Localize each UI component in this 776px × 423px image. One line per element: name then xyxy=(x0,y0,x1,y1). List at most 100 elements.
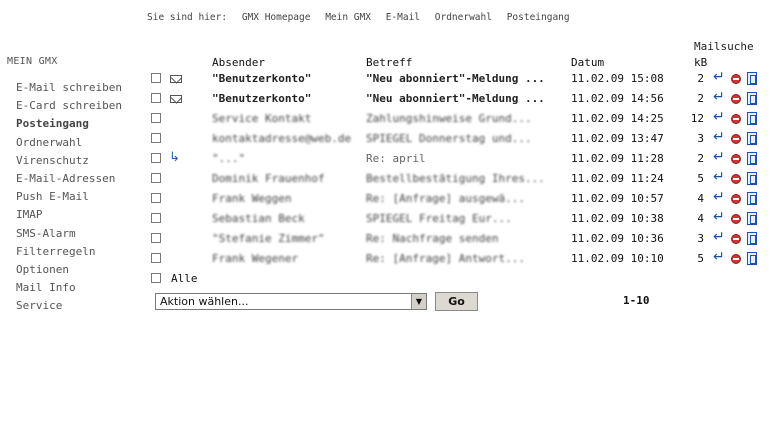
message-sender[interactable]: Dominik Frauenhof xyxy=(212,172,325,185)
message-checkbox[interactable] xyxy=(151,193,161,203)
delete-icon[interactable] xyxy=(731,154,741,164)
message-size: 3 xyxy=(697,232,704,245)
reply-icon[interactable]: ↵ xyxy=(713,129,725,145)
message-checkbox[interactable] xyxy=(151,213,161,223)
message-subject[interactable]: "Neu abonniert"-Meldung ... xyxy=(366,72,545,85)
message-row[interactable]: Sebastian Beck SPIEGEL Freitag Eur... 11.0… xyxy=(0,209,776,232)
message-subject[interactable]: Re: [Anfrage] Antwort... xyxy=(366,252,525,265)
column-header-date[interactable]: Datum xyxy=(571,56,604,69)
mailsuche-link[interactable]: Mailsuche xyxy=(694,40,754,53)
message-date: 11.02.09 10:10 xyxy=(571,252,664,265)
message-sender[interactable]: Sebastian Beck xyxy=(212,212,305,225)
message-date: 11.02.09 15:08 xyxy=(571,72,664,85)
message-row[interactable]: ↳ "..." Re: april 11.02.09 11:28 2 ↵ xyxy=(0,149,776,172)
message-row[interactable]: Service Kontakt Zahlungshinweise Grund...… xyxy=(0,109,776,132)
message-subject[interactable]: Re: Nachfrage senden xyxy=(366,232,498,245)
message-checkbox[interactable] xyxy=(151,133,161,143)
delete-icon[interactable] xyxy=(731,134,741,144)
reply-icon[interactable]: ↵ xyxy=(713,249,725,265)
select-all[interactable]: Alle xyxy=(151,272,198,285)
message-sender[interactable]: "Benutzerkonto" xyxy=(212,72,311,85)
message-row[interactable]: "Benutzerkonto" "Neu abonniert"-Meldung .… xyxy=(0,69,776,92)
message-sender[interactable]: kontaktadresse@web.de xyxy=(212,132,351,145)
message-checkbox[interactable] xyxy=(151,173,161,183)
column-header-sender[interactable]: Absender xyxy=(212,56,265,69)
delete-icon[interactable] xyxy=(731,94,741,104)
move-folder-icon[interactable] xyxy=(747,112,757,125)
dropdown-arrow-icon[interactable]: ▼ xyxy=(411,294,426,309)
message-sender[interactable]: "Benutzerkonto" xyxy=(212,92,311,105)
message-checkbox[interactable] xyxy=(151,93,161,103)
delete-icon[interactable] xyxy=(731,254,741,264)
message-checkbox[interactable] xyxy=(151,153,161,163)
delete-icon[interactable] xyxy=(731,234,741,244)
action-select[interactable]: Aktion wählen... ▼ xyxy=(155,293,427,310)
envelope-icon xyxy=(170,95,182,103)
move-folder-icon[interactable] xyxy=(747,72,757,85)
message-date: 11.02.09 11:24 xyxy=(571,172,664,185)
breadcrumb-link-ordnerwahl[interactable]: Ordnerwahl xyxy=(435,12,492,23)
move-folder-icon[interactable] xyxy=(747,152,757,165)
message-subject[interactable]: Re: [Anfrage] ausgewä... xyxy=(366,192,525,205)
reply-icon[interactable]: ↵ xyxy=(713,169,725,185)
message-subject[interactable]: Bestellbestätigung Ihres... xyxy=(366,172,545,185)
message-sender[interactable]: Frank Weggen xyxy=(212,192,291,205)
message-checkbox[interactable] xyxy=(151,233,161,243)
message-checkbox[interactable] xyxy=(151,113,161,123)
message-row[interactable]: Dominik Frauenhof Bestellbestätigung Ihre… xyxy=(0,169,776,192)
message-subject[interactable]: SPIEGEL Freitag Eur... xyxy=(366,212,512,225)
reply-icon[interactable]: ↵ xyxy=(713,189,725,205)
message-size: 3 xyxy=(697,132,704,145)
move-folder-icon[interactable] xyxy=(747,252,757,265)
sidebar-item-mail-info[interactable]: Mail Info xyxy=(16,280,122,298)
reply-icon[interactable]: ↵ xyxy=(713,209,725,225)
reply-icon[interactable]: ↵ xyxy=(713,69,725,85)
sidebar-title: MEIN GMX xyxy=(7,56,58,67)
message-subject[interactable]: SPIEGEL Donnerstag und... xyxy=(366,132,532,145)
message-sender[interactable]: Service Kontakt xyxy=(212,112,311,125)
message-row[interactable]: "Stefanie Zimmer" Re: Nachfrage senden 11.… xyxy=(0,229,776,252)
delete-icon[interactable] xyxy=(731,214,741,224)
reply-icon[interactable]: ↵ xyxy=(713,149,725,165)
move-folder-icon[interactable] xyxy=(747,172,757,185)
delete-icon[interactable] xyxy=(731,194,741,204)
message-row[interactable]: kontaktadresse@web.de SPIEGEL Donnerstag … xyxy=(0,129,776,152)
message-subject[interactable]: "Neu abonniert"-Meldung ... xyxy=(366,92,545,105)
reply-icon[interactable]: ↵ xyxy=(713,89,725,105)
message-row[interactable]: Frank Weggen Re: [Anfrage] ausgewä... 11.0… xyxy=(0,189,776,212)
message-row[interactable]: Frank Wegener Re: [Anfrage] Antwort... 11.… xyxy=(0,249,776,272)
message-sender[interactable]: Frank Wegener xyxy=(212,252,298,265)
delete-icon[interactable] xyxy=(731,174,741,184)
delete-icon[interactable] xyxy=(731,74,741,84)
message-sender[interactable]: "..." xyxy=(212,152,245,165)
select-all-checkbox[interactable] xyxy=(151,273,161,283)
go-button[interactable]: Go xyxy=(435,292,478,311)
action-select-value: Aktion wählen... xyxy=(160,295,249,308)
pager-range: 1-10 xyxy=(623,294,650,307)
move-folder-icon[interactable] xyxy=(747,92,757,105)
breadcrumb-link-mein-gmx[interactable]: Mein GMX xyxy=(325,12,371,23)
breadcrumb-link-email[interactable]: E-Mail xyxy=(386,12,420,23)
move-folder-icon[interactable] xyxy=(747,132,757,145)
reply-icon[interactable]: ↵ xyxy=(713,109,725,125)
move-folder-icon[interactable] xyxy=(747,232,757,245)
message-checkbox[interactable] xyxy=(151,253,161,263)
move-folder-icon[interactable] xyxy=(747,212,757,225)
breadcrumb-link-posteingang[interactable]: Posteingang xyxy=(507,12,570,23)
message-sender[interactable]: "Stefanie Zimmer" xyxy=(212,232,325,245)
message-subject[interactable]: Re: april xyxy=(366,152,426,165)
reply-icon[interactable]: ↵ xyxy=(713,229,725,245)
column-header-subject[interactable]: Betreff xyxy=(366,56,412,69)
breadcrumb-prefix: Sie sind hier: xyxy=(147,12,228,23)
message-subject[interactable]: Zahlungshinweise Grund... xyxy=(366,112,532,125)
delete-icon[interactable] xyxy=(731,114,741,124)
message-size: 2 xyxy=(697,152,704,165)
move-folder-icon[interactable] xyxy=(747,192,757,205)
breadcrumb-link-gmx-homepage[interactable]: GMX Homepage xyxy=(242,12,311,23)
message-size: 4 xyxy=(697,192,704,205)
message-size: 2 xyxy=(697,92,704,105)
message-checkbox[interactable] xyxy=(151,73,161,83)
message-row[interactable]: "Benutzerkonto" "Neu abonniert"-Meldung .… xyxy=(0,89,776,112)
sidebar-item-service[interactable]: Service xyxy=(16,298,122,316)
column-header-size[interactable]: kB xyxy=(694,56,707,69)
